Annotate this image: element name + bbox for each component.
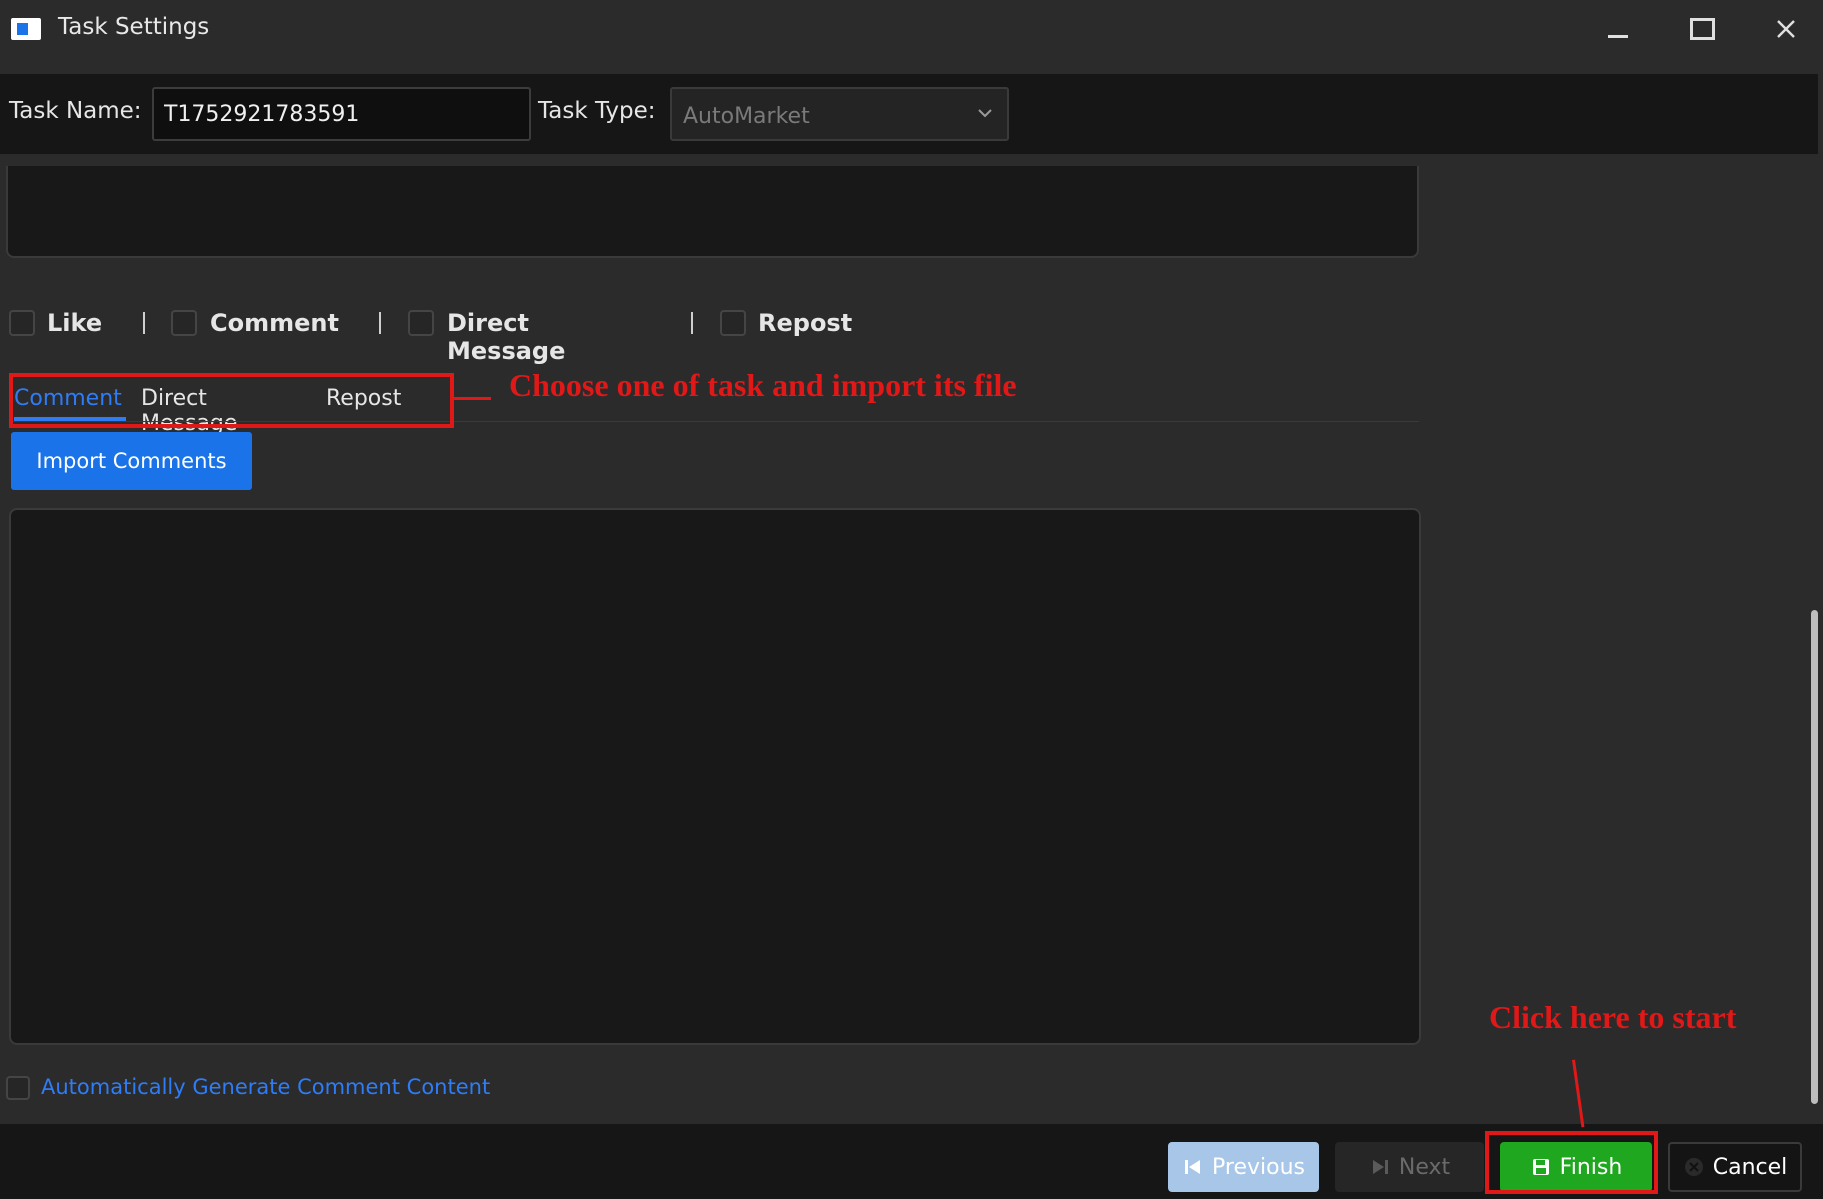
close-icon[interactable] (1766, 12, 1806, 46)
import-comments-button[interactable]: Import Comments (11, 432, 252, 490)
finish-annotation: Click here to start (1489, 999, 1737, 1035)
direct-message-checkbox[interactable] (408, 310, 434, 336)
separator (143, 312, 145, 334)
task-name-label: Task Name: (9, 98, 142, 124)
separator (691, 312, 693, 334)
auto-generate-label[interactable]: Automatically Generate Comment Content (41, 1075, 490, 1099)
upper-text-area[interactable] (6, 166, 1419, 258)
scrollbar-thumb[interactable] (1811, 610, 1818, 1104)
maximize-icon[interactable] (1682, 12, 1722, 46)
like-label: Like (47, 309, 103, 337)
auto-generate-checkbox[interactable] (6, 1076, 30, 1100)
cancel-icon (1684, 1158, 1703, 1176)
comments-text-area[interactable] (9, 508, 1421, 1045)
finish-highlight-box (1485, 1131, 1658, 1194)
cancel-button[interactable]: Cancel (1668, 1142, 1802, 1192)
previous-label: Previous (1212, 1154, 1305, 1180)
minimize-icon[interactable] (1598, 12, 1638, 46)
skip-previous-icon (1185, 1160, 1200, 1174)
tabs-annotation: Choose one of task and import its file (509, 367, 1017, 403)
tabs-highlight-box (9, 373, 454, 428)
task-header: Task Name: Task Type: AutoMarket (0, 74, 1818, 154)
separator (379, 312, 381, 334)
app-icon (11, 18, 41, 40)
previous-button[interactable]: Previous (1168, 1142, 1319, 1192)
task-type-value: AutoMarket (683, 104, 810, 129)
task-name-input[interactable] (152, 87, 531, 141)
cancel-label: Cancel (1712, 1154, 1788, 1180)
repost-label: Repost (758, 309, 853, 337)
comment-checkbox[interactable] (171, 310, 197, 336)
direct-message-label: Direct Message (447, 309, 566, 365)
comment-label: Comment (210, 309, 339, 337)
window-title: Task Settings (58, 14, 210, 40)
next-label: Next (1398, 1154, 1451, 1180)
chevron-down-icon (978, 109, 992, 118)
skip-next-icon (1372, 1160, 1388, 1174)
task-type-select[interactable]: AutoMarket (670, 87, 1009, 141)
title-bar: Task Settings (0, 0, 1823, 58)
tabs-callout-line (453, 397, 491, 400)
finish-callout-line (1572, 1059, 1585, 1128)
next-button[interactable]: Next (1335, 1142, 1484, 1192)
repost-checkbox[interactable] (720, 310, 746, 336)
like-checkbox[interactable] (9, 310, 35, 336)
task-type-label: Task Type: (538, 98, 656, 124)
